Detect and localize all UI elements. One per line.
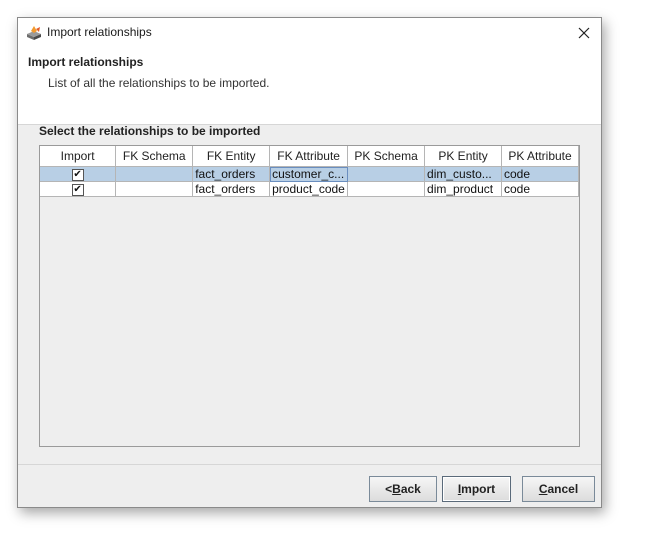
app-logo-icon	[26, 25, 42, 41]
back-button-label: ack	[400, 482, 421, 496]
pk-entity-cell[interactable]: dim_product	[424, 181, 502, 197]
import-relationships-dialog: Import relationships Import relationship…	[17, 17, 602, 508]
table-row[interactable]: ✔ fact_orders product_code dim_product c…	[40, 181, 579, 197]
dialog-header: Import relationships List of all the rel…	[18, 48, 601, 125]
table-header-row: Import FK Schema FK Entity FK Attribute …	[40, 146, 579, 167]
import-button[interactable]: Import	[442, 476, 511, 502]
back-button[interactable]: < Back	[369, 476, 437, 502]
pk-attribute-cell[interactable]: code	[501, 181, 579, 197]
cancel-button-mnemonic: C	[538, 482, 548, 496]
column-header-fk-schema[interactable]: FK Schema	[115, 146, 194, 167]
column-header-pk-attribute[interactable]: PK Attribute	[501, 146, 579, 167]
column-header-pk-schema[interactable]: PK Schema	[347, 146, 426, 167]
fk-attribute-cell[interactable]: customer_c...	[269, 166, 349, 182]
relationships-table[interactable]: Import FK Schema FK Entity FK Attribute …	[39, 145, 580, 447]
pk-schema-cell[interactable]	[347, 181, 426, 197]
column-header-pk-entity[interactable]: PK Entity	[424, 146, 502, 167]
import-checkbox[interactable]: ✔	[71, 183, 84, 196]
footer-divider	[18, 464, 601, 465]
import-button-label: mport	[461, 482, 496, 496]
fk-schema-cell[interactable]	[115, 181, 194, 197]
fk-schema-cell[interactable]	[115, 166, 194, 182]
pk-entity-cell[interactable]: dim_custo...	[424, 166, 502, 182]
header-subtitle: List of all the relationships to be impo…	[48, 76, 270, 90]
fk-attribute-cell[interactable]: product_code	[269, 181, 349, 197]
section-label: Select the relationships to be imported	[39, 124, 261, 138]
column-header-import[interactable]: Import	[40, 146, 117, 167]
cancel-button-label: ancel	[547, 482, 579, 496]
column-header-fk-attribute[interactable]: FK Attribute	[269, 146, 349, 167]
cancel-button[interactable]: Cancel	[522, 476, 595, 502]
close-button[interactable]	[571, 21, 597, 45]
fk-entity-cell[interactable]: fact_orders	[192, 166, 271, 182]
pk-schema-cell[interactable]	[347, 166, 426, 182]
window-title: Import relationships	[47, 25, 152, 39]
column-header-fk-entity[interactable]: FK Entity	[192, 146, 271, 167]
title-bar: Import relationships	[18, 18, 601, 48]
close-icon	[578, 27, 590, 39]
import-cell[interactable]: ✔	[40, 166, 117, 182]
back-button-prefix: <	[385, 482, 393, 496]
import-cell[interactable]: ✔	[40, 181, 117, 197]
header-title: Import relationships	[28, 55, 144, 69]
table-row[interactable]: ✔ fact_orders customer_c... dim_custo...…	[40, 166, 579, 182]
pk-attribute-cell[interactable]: code	[501, 166, 579, 182]
back-button-mnemonic: B	[392, 482, 401, 496]
import-checkbox[interactable]: ✔	[71, 168, 84, 181]
fk-entity-cell[interactable]: fact_orders	[192, 181, 271, 197]
